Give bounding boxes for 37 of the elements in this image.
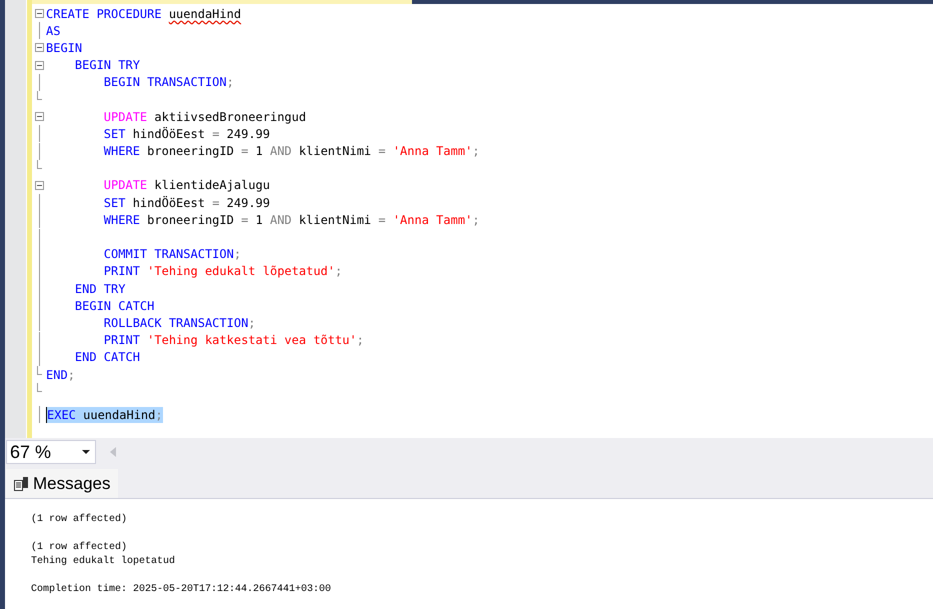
fold-line (38, 74, 40, 91)
message-line: Completion time: 2025-05-20T17:12:44.2667441+03:00 (31, 583, 332, 597)
code-line: WHERE broneeringID = 1 AND klientNimi = 'Anna Tamm'; (102, 212, 480, 228)
dropdown-arrow-icon (82, 450, 90, 454)
code-line: BEGIN (46, 40, 82, 56)
fold-end-mark (36, 160, 42, 169)
code-line: WHERE broneeringID = 1 AND klientNimi = 'Anna Tamm'; (102, 143, 480, 160)
code-line: AS (46, 22, 60, 39)
code-line: BEGIN CATCH (74, 298, 154, 314)
code-line: BEGIN TRANSACTION; (102, 74, 234, 90)
code-line: BEGIN TRY (74, 57, 140, 74)
fold-line (38, 22, 40, 40)
message-line: Tehing edukalt lopetatud (31, 555, 176, 569)
code-line: SET hindÖöEest = 249.99 (102, 126, 270, 142)
collapse-icon[interactable] (34, 43, 44, 52)
zoom-combobox[interactable]: 67 % (6, 440, 96, 464)
code-line: PRINT 'Tehing katkestati vea tõttu'; (102, 332, 364, 348)
fold-line (38, 406, 40, 424)
code-line: UPDATE klientideAjalugu (102, 177, 270, 194)
code-line: PRINT 'Tehing edukalt lõpetatud'; (102, 263, 342, 280)
code-line: COMMIT TRANSACTION; (102, 246, 242, 262)
messages-icon (14, 476, 28, 490)
collapse-icon[interactable] (34, 180, 44, 190)
code-line: CREATE PROCEDURE uuendaHind (46, 6, 242, 22)
collapse-icon[interactable] (34, 9, 44, 18)
messages-tab[interactable]: Messages (6, 469, 118, 498)
collapse-icon[interactable] (34, 112, 44, 122)
code-line: END; (46, 366, 75, 383)
code-line: END CATCH (74, 349, 140, 366)
message-line: (1 row affected) (31, 513, 128, 527)
collapse-icon[interactable] (34, 60, 44, 70)
message-line: (1 row affected) (31, 541, 128, 555)
code-line: UPDATE aktiivsedBroneeringud (102, 108, 306, 125)
code-line: ROLLBACK TRANSACTION; (102, 314, 256, 331)
code-line: END TRY (74, 280, 126, 297)
fold-end-mark (36, 90, 42, 100)
code-line: SET hindÖöEest = 249.99 (102, 194, 270, 211)
